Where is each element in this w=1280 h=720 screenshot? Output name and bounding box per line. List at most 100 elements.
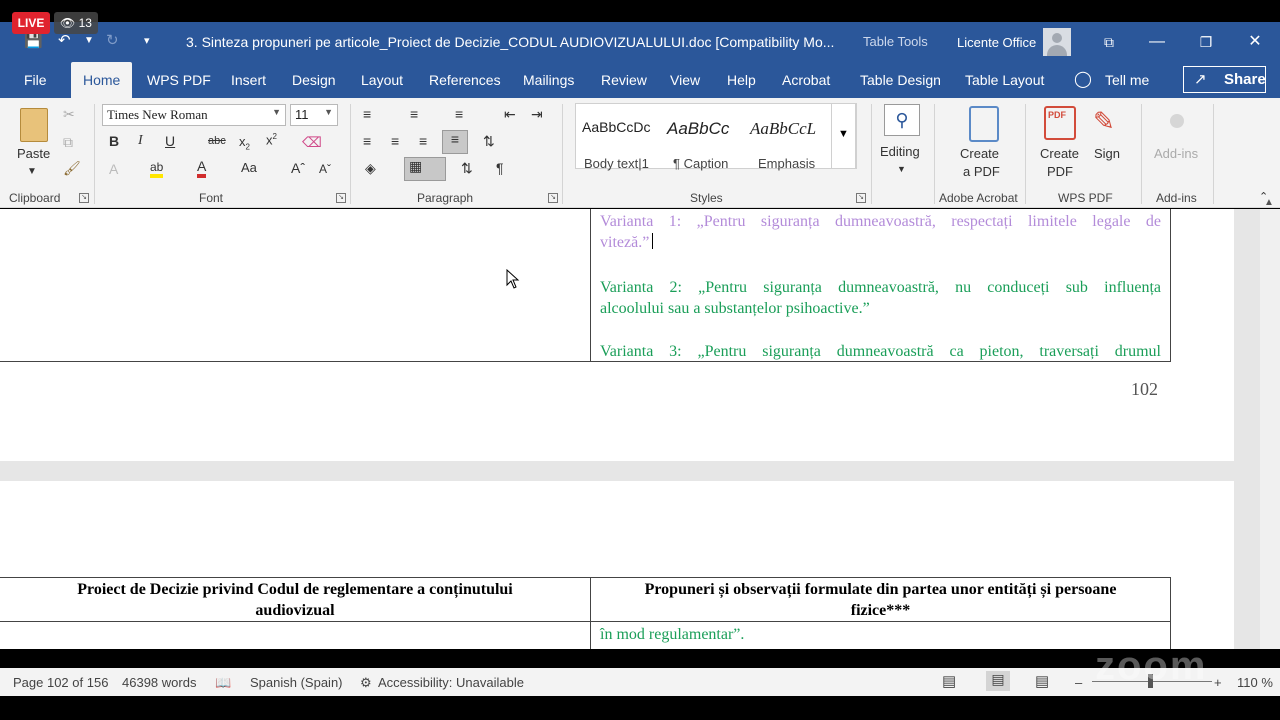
language[interactable]: Spanish (Spain) [250, 675, 343, 690]
tab-review[interactable]: Review [601, 62, 647, 98]
create-pdf-label[interactable]: Create [960, 146, 999, 161]
styles-more-icon[interactable]: ▼ [831, 103, 856, 169]
decrease-indent-icon[interactable]: ⇤ [504, 106, 516, 123]
bold-icon[interactable]: B [109, 133, 119, 149]
ribbon-display-options-icon[interactable]: ⧉ [1094, 28, 1124, 56]
align-center-icon[interactable]: ≡ [391, 133, 399, 149]
justify-icon[interactable]: ≡ [442, 130, 468, 154]
tab-insert[interactable]: Insert [231, 62, 266, 98]
shading-icon[interactable]: ◈ [365, 160, 376, 177]
restore-button[interactable]: ❐ [1191, 28, 1221, 56]
shrink-font-icon[interactable]: Aˇ [319, 162, 331, 176]
zoom-out-icon[interactable]: – [1075, 675, 1082, 690]
tab-home[interactable]: Home [71, 62, 133, 98]
proofing-icon[interactable]: 📖 [215, 675, 231, 691]
style-body-text[interactable]: Body text|1 [584, 156, 649, 171]
tab-wps-pdf[interactable]: WPS PDF [147, 62, 211, 98]
accessibility-status[interactable]: Accessibility: Unavailable [378, 675, 524, 690]
clipboard-launcher-icon[interactable]: ↘ [79, 193, 89, 203]
zoom-level[interactable]: 110 % [1237, 675, 1273, 690]
increase-indent-icon[interactable]: ⇥ [531, 106, 543, 123]
align-left-icon[interactable]: ≡ [363, 133, 371, 149]
subscript-icon[interactable]: x2 [239, 134, 250, 152]
add-ins-icon[interactable] [1170, 114, 1184, 128]
tab-help[interactable]: Help [727, 62, 756, 98]
chevron-down-icon[interactable]: ▼ [897, 164, 906, 174]
style-preview-body-text[interactable]: AaBbCcDc [582, 119, 650, 135]
continuation-text[interactable]: în mod regulamentar”. [600, 624, 744, 645]
font-name-select[interactable]: Times New Roman ▼ [102, 104, 286, 126]
print-layout-icon[interactable]: ▤ [986, 671, 1010, 691]
superscript-icon[interactable]: x2 [266, 132, 277, 147]
read-mode-icon[interactable]: ▤ [942, 672, 956, 690]
zoom-in-icon[interactable]: + [1214, 675, 1222, 690]
tab-file[interactable]: File [24, 62, 47, 98]
create-pdf-icon[interactable] [969, 106, 999, 142]
paste-icon[interactable] [20, 108, 48, 142]
grow-font-icon[interactable]: Aˆ [291, 160, 305, 176]
tab-mailings[interactable]: Mailings [523, 62, 574, 98]
format-painter-icon[interactable]: 🖌 [63, 160, 81, 177]
font-launcher-icon[interactable]: ↘ [336, 193, 346, 203]
web-layout-icon[interactable]: ▤ [1035, 672, 1049, 690]
show-formatting-icon[interactable]: ¶ [496, 160, 504, 176]
style-preview-caption[interactable]: AaBbCc [667, 119, 729, 139]
borders-icon[interactable]: ▦ [404, 157, 446, 181]
vertical-scrollbar[interactable]: ▲ [1260, 197, 1280, 649]
variant-2-paragraph[interactable]: Varianta 2: „Pentru siguranța dumneavoas… [600, 277, 1161, 319]
minimize-button[interactable]: — [1142, 28, 1172, 56]
tab-references[interactable]: References [429, 62, 501, 98]
multilevel-list-icon[interactable]: ≡ [455, 106, 463, 122]
variant-1-paragraph[interactable]: Varianta 1: „Pentru siguranța dumneavoas… [600, 211, 1161, 253]
numbering-icon[interactable]: ≡ [410, 106, 418, 122]
add-ins-button[interactable]: Add-ins [1154, 146, 1198, 161]
editing-button[interactable]: Editing [880, 144, 920, 159]
text-effects-icon[interactable]: A [109, 161, 118, 177]
style-caption[interactable]: ¶ Caption [673, 156, 728, 171]
page-count[interactable]: Page 102 of 156 [13, 675, 108, 690]
align-right-icon[interactable]: ≡ [419, 133, 427, 149]
find-icon[interactable]: ⚲ [884, 104, 920, 136]
undo-dropdown-icon[interactable]: ▼ [84, 35, 94, 46]
style-emphasis[interactable]: Emphasis [758, 156, 815, 171]
word-count[interactable]: 46398 words [122, 675, 196, 690]
tab-acrobat[interactable]: Acrobat [782, 62, 830, 98]
paste-dropdown-icon[interactable]: ▼ [27, 166, 37, 177]
user-name[interactable]: Licente Office [957, 35, 1036, 50]
wps-create-label-2[interactable]: PDF [1047, 164, 1073, 179]
share-button[interactable]: ↗ Share [1183, 66, 1266, 93]
tab-view[interactable]: View [670, 62, 700, 98]
change-case-icon[interactable]: Aa [241, 160, 257, 175]
close-button[interactable]: ✕ [1240, 28, 1270, 56]
bullets-icon[interactable]: ≡ [363, 106, 371, 122]
clear-formatting-icon[interactable]: ⌫ [302, 134, 322, 151]
tab-layout[interactable]: Layout [361, 62, 403, 98]
create-pdf-label-2[interactable]: a PDF [963, 164, 1000, 179]
tab-design[interactable]: Design [292, 62, 336, 98]
paragraph-launcher-icon[interactable]: ↘ [548, 193, 558, 203]
cut-icon[interactable]: ✂ [63, 106, 75, 123]
variant-3-paragraph[interactable]: Varianta 3: „Pentru siguranța dumneavoas… [600, 341, 1161, 362]
styles-launcher-icon[interactable]: ↘ [856, 193, 866, 203]
sort-icon[interactable]: ⇅ [461, 160, 473, 177]
style-preview-emphasis[interactable]: AaBbCcL [750, 119, 816, 139]
avatar[interactable] [1043, 28, 1071, 56]
copy-icon[interactable]: ⧉ [63, 134, 73, 151]
wps-create-pdf-icon[interactable]: PDF [1044, 106, 1076, 140]
tell-me-search[interactable]: Tell me [1105, 62, 1149, 98]
redo-icon[interactable]: ↻ [106, 31, 119, 49]
line-spacing-icon[interactable]: ⇅ [483, 133, 495, 150]
highlight-icon[interactable]: ab [150, 160, 164, 178]
tab-table-design[interactable]: Table Design [860, 62, 941, 98]
paste-label[interactable]: Paste [17, 146, 50, 161]
font-color-icon[interactable]: A [197, 159, 207, 178]
customize-toolbar-icon[interactable]: ▾ [144, 34, 150, 47]
sign-icon[interactable]: ✎ [1093, 106, 1123, 140]
tab-table-layout[interactable]: Table Layout [965, 62, 1044, 98]
wps-create-label[interactable]: Create [1040, 146, 1079, 161]
scroll-up-icon[interactable]: ▲ [1264, 197, 1274, 208]
document-canvas[interactable]: Varianta 1: „Pentru siguranța dumneavoas… [0, 209, 1260, 649]
sign-button[interactable]: Sign [1094, 146, 1120, 161]
italic-icon[interactable]: I [138, 133, 143, 149]
underline-icon[interactable]: U [165, 133, 175, 149]
